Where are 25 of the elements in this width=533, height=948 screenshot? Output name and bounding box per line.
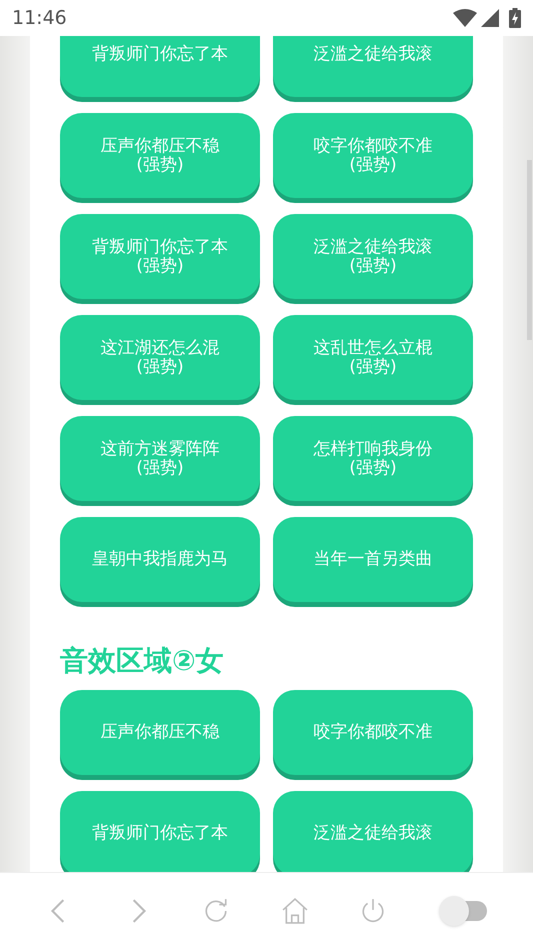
signal-icon	[481, 9, 499, 27]
sound-button[interactable]: 咬字你都咬不准 (强势)	[273, 113, 473, 198]
refresh-icon[interactable]	[203, 898, 230, 924]
toggle-switch[interactable]	[438, 896, 487, 926]
sound-button[interactable]: 怎样打响我身份 (强势)	[273, 416, 473, 501]
battery-charging-icon	[509, 8, 521, 28]
status-time: 11:46	[12, 6, 67, 31]
sound-button[interactable]: 当年一首另类曲	[273, 517, 473, 602]
sound-button[interactable]: 泛滥之徒给我滚	[273, 791, 473, 872]
sound-button[interactable]: 背叛师门你忘了本	[60, 791, 260, 872]
sound-button[interactable]: 背叛师门你忘了本	[60, 36, 260, 97]
sound-button[interactable]: 泛滥之徒给我滚	[273, 36, 473, 97]
sound-button[interactable]: 这乱世怎么立棍 (强势)	[273, 315, 473, 400]
sound-button[interactable]: 压声你都压不稳 (强势)	[60, 113, 260, 198]
sound-button[interactable]: 这前方迷雾阵阵 (强势)	[60, 416, 260, 501]
power-icon[interactable]	[360, 898, 386, 924]
home-icon[interactable]	[282, 898, 308, 924]
sound-button[interactable]: 背叛师门你忘了本 (强势)	[60, 214, 260, 299]
sound-button[interactable]: 泛滥之徒给我滚 (强势)	[273, 214, 473, 299]
sound-button[interactable]: 皇朝中我指鹿为马	[60, 517, 260, 602]
sound-button[interactable]: 咬字你都咬不准	[273, 690, 473, 775]
sound-button[interactable]: 这江湖还怎么混 (强势)	[60, 315, 260, 400]
wifi-icon	[453, 9, 477, 27]
sound-button[interactable]: 压声你都压不稳	[60, 690, 260, 775]
section-heading: 音效区域②女	[60, 643, 225, 679]
